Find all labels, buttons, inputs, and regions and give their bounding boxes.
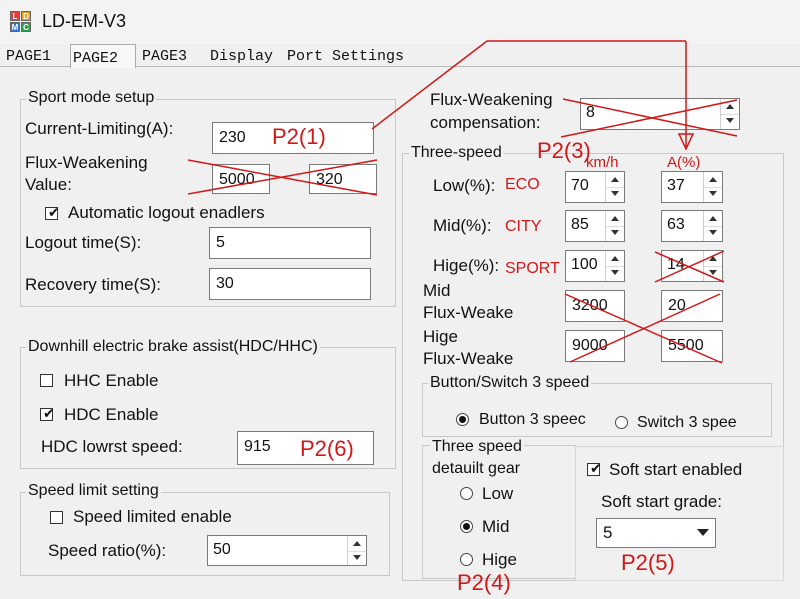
- annotation-p2-1: P2(1): [272, 124, 326, 149]
- annotation-amp: A(%): [667, 154, 701, 171]
- annotation-p2-5: P2(5): [621, 550, 675, 575]
- annotation-p2-6: P2(6): [300, 436, 354, 461]
- annotation-kmh: km/h: [586, 154, 619, 171]
- annotation-city: CITY: [505, 218, 542, 235]
- annotation-eco: ECO: [505, 176, 540, 193]
- strike-line: [560, 99, 738, 138]
- annotation-p2-4: P2(4): [457, 570, 511, 595]
- annotation-sport: SPORT: [505, 260, 560, 277]
- annotation-overlay: [187, 40, 738, 364]
- annotation-p2-3: P2(3): [537, 138, 591, 163]
- annotation-arrow-line: [371, 40, 488, 130]
